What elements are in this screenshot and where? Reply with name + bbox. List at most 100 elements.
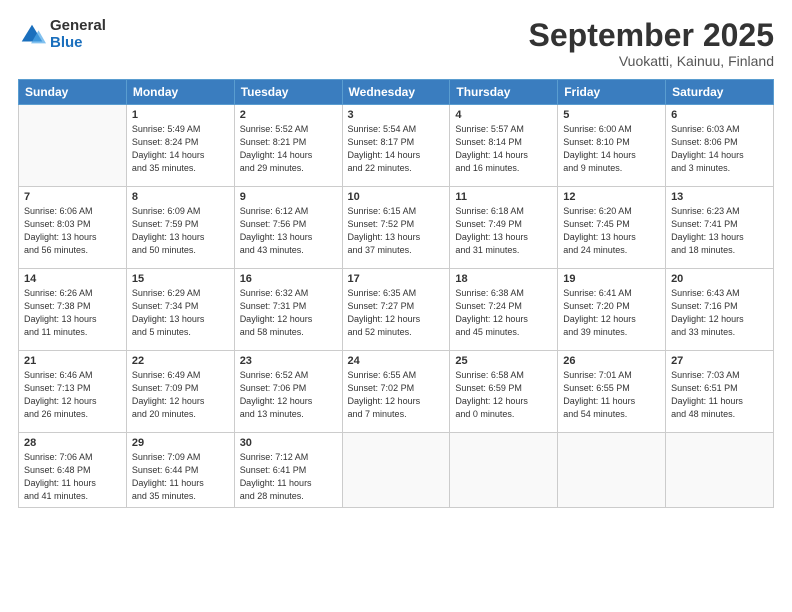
day-header-sunday: Sunday xyxy=(19,80,127,105)
calendar-cell xyxy=(19,105,127,187)
day-number: 1 xyxy=(132,109,229,121)
day-number: 5 xyxy=(563,109,660,121)
calendar-cell: 1 Sunrise: 5:49 AM Sunset: 8:24 PM Daylig… xyxy=(126,105,234,187)
day-number: 28 xyxy=(24,437,121,449)
calendar-cell: 9Sunrise: 6:12 AM Sunset: 7:56 PM Daylig… xyxy=(234,187,342,269)
day-number: 7 xyxy=(24,191,121,203)
day-number: 17 xyxy=(348,273,445,285)
title-block: September 2025 Vuokatti, Kainuu, Finland xyxy=(529,18,774,69)
calendar-week-5: 28 Sunrise: 7:06 AM Sunset: 6:48 PM Dayli… xyxy=(19,433,774,508)
calendar-cell: 14 Sunrise: 6:26 AM Sunset: 7:38 PM Dayli… xyxy=(19,269,127,351)
calendar-cell: 13Sunrise: 6:23 AM Sunset: 7:41 PM Dayli… xyxy=(666,187,774,269)
calendar-cell: 29 Sunrise: 7:09 AM Sunset: 6:44 PM Dayli… xyxy=(126,433,234,508)
day-number: 3 xyxy=(348,109,445,121)
day-info: Sunrise: 6:32 AM Sunset: 7:31 PM Dayligh… xyxy=(240,287,337,339)
day-info: Sunrise: 6:15 AM Sunset: 7:52 PM Dayligh… xyxy=(348,205,445,257)
day-info: Sunrise: 7:03 AM Sunset: 6:51 PM Dayligh… xyxy=(671,369,768,421)
calendar-cell: 12 Sunrise: 6:20 AM Sunset: 7:45 PM Dayli… xyxy=(558,187,666,269)
day-number: 19 xyxy=(563,273,660,285)
day-header-saturday: Saturday xyxy=(666,80,774,105)
day-number: 22 xyxy=(132,355,229,367)
day-info: Sunrise: 6:35 AM Sunset: 7:27 PM Dayligh… xyxy=(348,287,445,339)
day-info: Sunrise: 6:26 AM Sunset: 7:38 PM Dayligh… xyxy=(24,287,121,339)
day-number: 25 xyxy=(455,355,552,367)
calendar-cell: 2 Sunrise: 5:52 AM Sunset: 8:21 PM Daylig… xyxy=(234,105,342,187)
calendar-cell: 4Sunrise: 5:57 AM Sunset: 8:14 PM Daylig… xyxy=(450,105,558,187)
day-number: 10 xyxy=(348,191,445,203)
day-info: Sunrise: 6:58 AM Sunset: 6:59 PM Dayligh… xyxy=(455,369,552,421)
calendar-week-4: 21Sunrise: 6:46 AM Sunset: 7:13 PM Dayli… xyxy=(19,351,774,433)
calendar-cell xyxy=(450,433,558,508)
day-info: Sunrise: 6:00 AM Sunset: 8:10 PM Dayligh… xyxy=(563,123,660,175)
day-number: 14 xyxy=(24,273,121,285)
day-number: 18 xyxy=(455,273,552,285)
day-number: 23 xyxy=(240,355,337,367)
day-info: Sunrise: 6:38 AM Sunset: 7:24 PM Dayligh… xyxy=(455,287,552,339)
calendar-cell: 20Sunrise: 6:43 AM Sunset: 7:16 PM Dayli… xyxy=(666,269,774,351)
day-header-wednesday: Wednesday xyxy=(342,80,450,105)
day-number: 8 xyxy=(132,191,229,203)
day-header-monday: Monday xyxy=(126,80,234,105)
day-info: Sunrise: 6:41 AM Sunset: 7:20 PM Dayligh… xyxy=(563,287,660,339)
calendar-cell: 6Sunrise: 6:03 AM Sunset: 8:06 PM Daylig… xyxy=(666,105,774,187)
day-header-friday: Friday xyxy=(558,80,666,105)
day-number: 15 xyxy=(132,273,229,285)
calendar-cell: 22 Sunrise: 6:49 AM Sunset: 7:09 PM Dayli… xyxy=(126,351,234,433)
calendar-cell xyxy=(558,433,666,508)
calendar-cell: 23 Sunrise: 6:52 AM Sunset: 7:06 PM Dayli… xyxy=(234,351,342,433)
day-info: Sunrise: 6:43 AM Sunset: 7:16 PM Dayligh… xyxy=(671,287,768,339)
calendar-subtitle: Vuokatti, Kainuu, Finland xyxy=(529,53,774,69)
day-info: Sunrise: 5:49 AM Sunset: 8:24 PM Dayligh… xyxy=(132,123,229,175)
logo-text: General Blue xyxy=(50,18,106,51)
calendar-week-1: 1 Sunrise: 5:49 AM Sunset: 8:24 PM Daylig… xyxy=(19,105,774,187)
header: General Blue September 2025 Vuokatti, Ka… xyxy=(18,18,774,69)
day-info: Sunrise: 6:52 AM Sunset: 7:06 PM Dayligh… xyxy=(240,369,337,421)
day-number: 24 xyxy=(348,355,445,367)
calendar-table: SundayMondayTuesdayWednesdayThursdayFrid… xyxy=(18,79,774,508)
calendar-week-2: 7Sunrise: 6:06 AM Sunset: 8:03 PM Daylig… xyxy=(19,187,774,269)
day-number: 27 xyxy=(671,355,768,367)
calendar-cell: 3Sunrise: 5:54 AM Sunset: 8:17 PM Daylig… xyxy=(342,105,450,187)
calendar-cell: 24Sunrise: 6:55 AM Sunset: 7:02 PM Dayli… xyxy=(342,351,450,433)
day-number: 13 xyxy=(671,191,768,203)
calendar-cell: 28 Sunrise: 7:06 AM Sunset: 6:48 PM Dayli… xyxy=(19,433,127,508)
calendar-cell xyxy=(342,433,450,508)
day-header-thursday: Thursday xyxy=(450,80,558,105)
calendar-title: September 2025 xyxy=(529,18,774,53)
day-info: Sunrise: 5:57 AM Sunset: 8:14 PM Dayligh… xyxy=(455,123,552,175)
calendar-cell: 25 Sunrise: 6:58 AM Sunset: 6:59 PM Dayli… xyxy=(450,351,558,433)
calendar-cell: 19 Sunrise: 6:41 AM Sunset: 7:20 PM Dayli… xyxy=(558,269,666,351)
calendar-cell xyxy=(666,433,774,508)
calendar-header-row: SundayMondayTuesdayWednesdayThursdayFrid… xyxy=(19,80,774,105)
day-info: Sunrise: 7:01 AM Sunset: 6:55 PM Dayligh… xyxy=(563,369,660,421)
day-number: 12 xyxy=(563,191,660,203)
calendar-cell: 11 Sunrise: 6:18 AM Sunset: 7:49 PM Dayli… xyxy=(450,187,558,269)
calendar-cell: 26Sunrise: 7:01 AM Sunset: 6:55 PM Dayli… xyxy=(558,351,666,433)
calendar-cell: 21Sunrise: 6:46 AM Sunset: 7:13 PM Dayli… xyxy=(19,351,127,433)
calendar-cell: 5 Sunrise: 6:00 AM Sunset: 8:10 PM Daylig… xyxy=(558,105,666,187)
day-info: Sunrise: 5:52 AM Sunset: 8:21 PM Dayligh… xyxy=(240,123,337,175)
logo-general-label: General xyxy=(50,18,106,35)
day-number: 11 xyxy=(455,191,552,203)
day-info: Sunrise: 6:18 AM Sunset: 7:49 PM Dayligh… xyxy=(455,205,552,257)
calendar-cell: 30Sunrise: 7:12 AM Sunset: 6:41 PM Dayli… xyxy=(234,433,342,508)
day-info: Sunrise: 7:09 AM Sunset: 6:44 PM Dayligh… xyxy=(132,451,229,503)
day-info: Sunrise: 6:46 AM Sunset: 7:13 PM Dayligh… xyxy=(24,369,121,421)
day-header-tuesday: Tuesday xyxy=(234,80,342,105)
day-info: Sunrise: 6:20 AM Sunset: 7:45 PM Dayligh… xyxy=(563,205,660,257)
calendar-cell: 16 Sunrise: 6:32 AM Sunset: 7:31 PM Dayli… xyxy=(234,269,342,351)
day-info: Sunrise: 6:29 AM Sunset: 7:34 PM Dayligh… xyxy=(132,287,229,339)
day-number: 2 xyxy=(240,109,337,121)
calendar-cell: 18 Sunrise: 6:38 AM Sunset: 7:24 PM Dayli… xyxy=(450,269,558,351)
day-number: 29 xyxy=(132,437,229,449)
day-number: 6 xyxy=(671,109,768,121)
calendar-cell: 8 Sunrise: 6:09 AM Sunset: 7:59 PM Daylig… xyxy=(126,187,234,269)
day-info: Sunrise: 7:06 AM Sunset: 6:48 PM Dayligh… xyxy=(24,451,121,503)
day-number: 16 xyxy=(240,273,337,285)
logo: General Blue xyxy=(18,18,106,51)
calendar-cell: 15 Sunrise: 6:29 AM Sunset: 7:34 PM Dayli… xyxy=(126,269,234,351)
calendar-cell: 17 Sunrise: 6:35 AM Sunset: 7:27 PM Dayli… xyxy=(342,269,450,351)
day-info: Sunrise: 6:09 AM Sunset: 7:59 PM Dayligh… xyxy=(132,205,229,257)
day-info: Sunrise: 6:12 AM Sunset: 7:56 PM Dayligh… xyxy=(240,205,337,257)
day-info: Sunrise: 6:49 AM Sunset: 7:09 PM Dayligh… xyxy=(132,369,229,421)
